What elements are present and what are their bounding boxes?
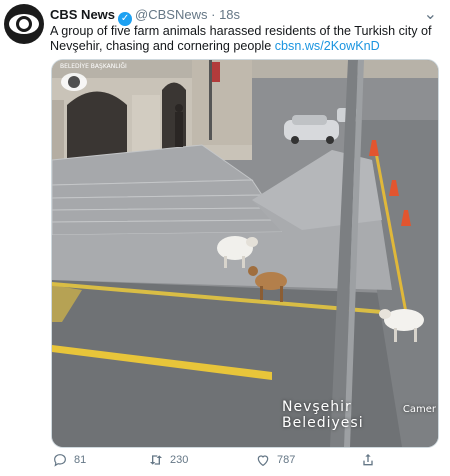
retweet-count: 230 (170, 454, 189, 466)
author-handle[interactable]: @CBSNews (135, 7, 207, 22)
cbs-eye-icon (9, 14, 39, 34)
cbs-avatar[interactable] (4, 4, 44, 44)
heart-icon (257, 455, 269, 467)
building-sign: BELEDİYE BAŞKANLIĞI (60, 63, 127, 70)
more-options-icon[interactable]: ⌄ (424, 4, 438, 24)
author-name[interactable]: CBS News (50, 7, 115, 22)
header-separator: · (211, 7, 216, 22)
video-watermark: Nevşehir Belediyesi (282, 399, 364, 431)
retweet-button[interactable]: 230 (148, 452, 188, 468)
share-icon (363, 454, 373, 466)
tweet-timestamp[interactable]: 18s (219, 7, 240, 22)
tweet-actions: 81 230 787 (50, 452, 440, 472)
like-button[interactable]: 787 (255, 452, 295, 468)
reply-button[interactable]: 81 (52, 452, 86, 468)
tweet-link[interactable]: cbsn.ws/2KowKnD (275, 39, 380, 53)
tweet-video[interactable]: BELEDİYE BAŞKANLIĞI Camer Nevşehir Beled… (51, 59, 439, 448)
like-count: 787 (277, 454, 296, 466)
share-button[interactable] (360, 452, 376, 468)
reply-count: 81 (74, 454, 87, 466)
tweet-card[interactable]: CBS News ✓ @CBSNews · 18s ⌄ A group of fiv… (0, 0, 450, 476)
tweet-text: A group of five farm animals harassed re… (50, 24, 440, 54)
retweet-icon (150, 455, 162, 465)
video-still: BELEDİYE BAŞKANLIĞI (52, 60, 438, 447)
reply-icon (54, 454, 66, 467)
